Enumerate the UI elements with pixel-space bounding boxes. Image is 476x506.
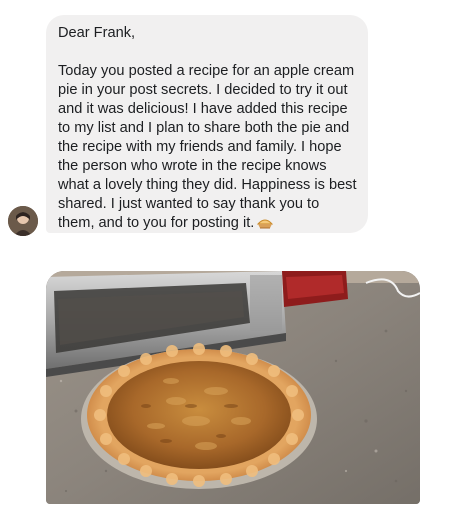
message-line: to my list and I plan to share both the … xyxy=(58,120,350,136)
message-line: them, and to you for posting it. xyxy=(58,215,255,231)
message-greeting: Dear Frank, xyxy=(58,25,136,41)
message-thread: Dear Frank, Today you posted a recipe fo… xyxy=(0,0,476,506)
message-line: the person who wrote in the recipe knows xyxy=(58,158,327,174)
message-line: shared. I just wanted to say thank you t… xyxy=(58,196,320,212)
pie-photo-attachment[interactable] xyxy=(46,271,420,504)
message-line: and it was delicious! I have added this … xyxy=(58,101,348,117)
message-body: Today you posted a recipe for an apple c… xyxy=(58,62,357,236)
pie-emoji-icon xyxy=(257,216,274,236)
sender-avatar[interactable] xyxy=(8,206,38,236)
message-line: what a lovely thing they did. Happiness … xyxy=(58,177,357,193)
message-line: the recipe with my friends and family. I… xyxy=(58,139,342,155)
message-line-last: them, and to you for posting it. xyxy=(58,214,356,236)
message-bubble[interactable]: Dear Frank, Today you posted a recipe fo… xyxy=(46,15,368,233)
message-line: Today you posted a recipe for an apple c… xyxy=(58,63,355,79)
message-line: pie in your post secrets. I decided to t… xyxy=(58,82,348,98)
